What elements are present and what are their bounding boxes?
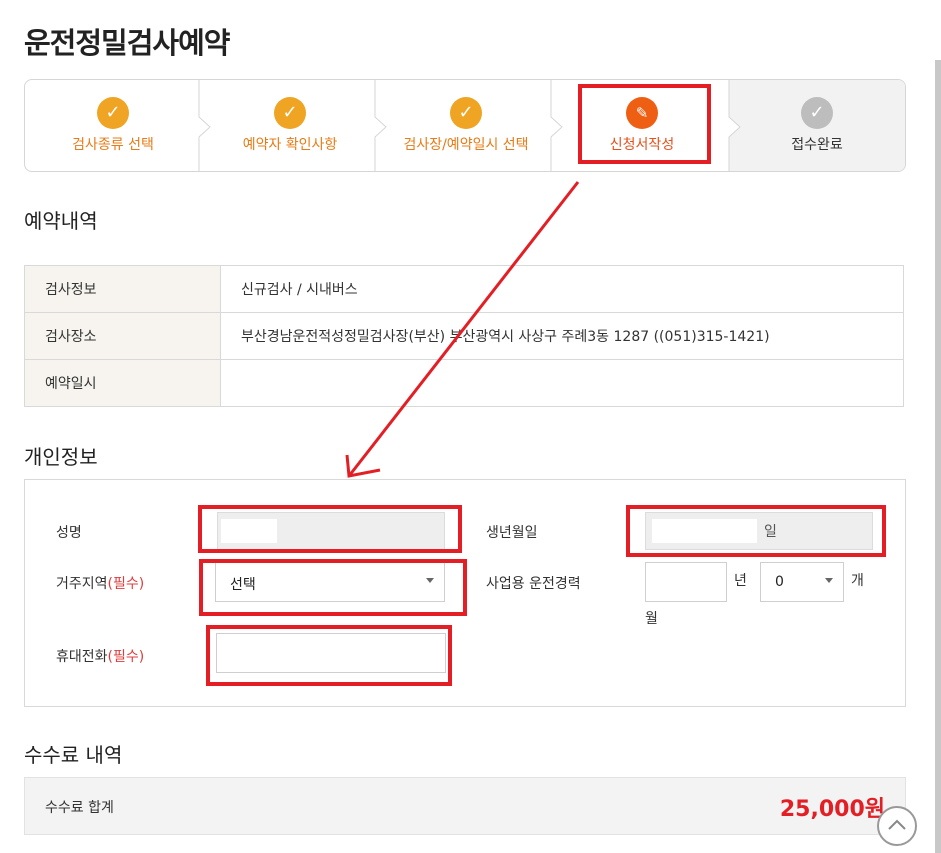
chevron-up-icon — [888, 819, 906, 830]
scroll-top-button[interactable] — [877, 806, 917, 846]
annotation-arrow — [345, 181, 580, 478]
scrollbar[interactable] — [935, 60, 941, 853]
